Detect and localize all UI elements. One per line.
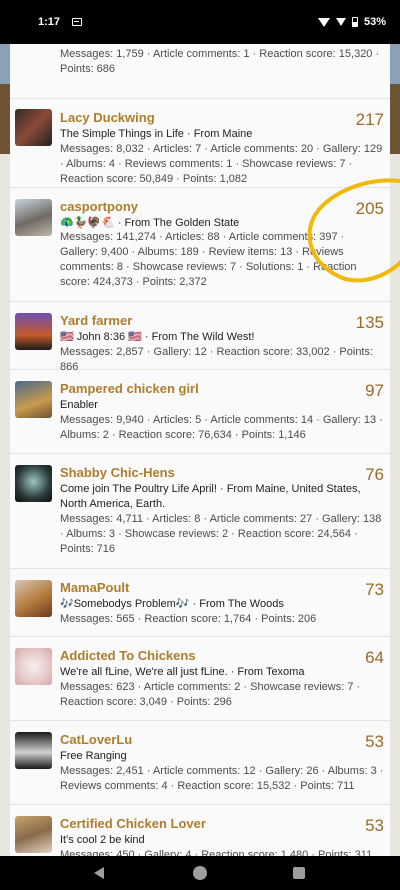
member-name[interactable]: Addicted To Chickens <box>60 648 196 663</box>
member-name[interactable]: Pampered chicken girl <box>60 381 199 396</box>
recents-icon[interactable] <box>293 867 305 879</box>
app-notification-icon <box>72 18 83 26</box>
member-stats: Messages: 9,940 · Articles: 5 · Article … <box>60 414 383 441</box>
member-about: Come join The Poultry Life April! · From… <box>60 483 361 510</box>
member-name[interactable]: Shabby Chic-Hens <box>60 465 175 480</box>
wifi-icon <box>317 17 330 27</box>
member-stats: Messages: 450 · Gallery: 4 · Reaction sc… <box>60 849 373 856</box>
list-item[interactable]: CatLoverLu 53 Free Ranging Messages: 2,4… <box>10 721 390 805</box>
member-stats: Messages: 141,274 · Articles: 88 · Artic… <box>60 231 357 288</box>
avatar[interactable] <box>15 199 52 236</box>
avatar[interactable] <box>15 816 52 853</box>
list-item[interactable]: MamaPoult 73 🎶Somebodys Problem🎶 · From … <box>10 569 390 637</box>
avatar[interactable] <box>15 732 52 769</box>
member-list[interactable]: Messages: 1,759 · Article comments: 1 · … <box>10 44 390 856</box>
status-time: 1:17 <box>38 16 61 28</box>
member-about: 🎶Somebodys Problem🎶 · From The Woods <box>60 598 284 610</box>
member-about: 🇺🇸 John 8:36 🇺🇸 · From The Wild West! <box>60 331 255 343</box>
member-stats: Messages: 4,711 · Articles: 8 · Article … <box>60 513 382 555</box>
member-stats: Messages: 565 · Reaction score: 1,764 · … <box>60 613 317 625</box>
avatar[interactable] <box>15 580 52 617</box>
avatar[interactable] <box>15 648 52 685</box>
list-item[interactable]: casportpony 205 🦚🦆🦃🐔 · From The Golden S… <box>10 188 390 302</box>
member-name[interactable]: Lacy Duckwing <box>60 110 155 125</box>
avatar[interactable] <box>15 465 52 502</box>
list-item[interactable]: Shabby Chic-Hens 76 Come join The Poultr… <box>10 454 390 569</box>
status-bar: 1:17 53% <box>0 0 400 44</box>
list-item[interactable]: Lacy Duckwing 217 The Simple Things in L… <box>10 99 390 188</box>
list-item[interactable]: Messages: 1,759 · Article comments: 1 · … <box>10 44 390 99</box>
member-stats: Messages: 1,759 · Article comments: 1 · … <box>60 48 380 75</box>
member-about: The Simple Things in Life · From Maine <box>60 128 253 140</box>
member-stats: Messages: 623 · Article comments: 2 · Sh… <box>60 681 361 708</box>
member-about: Free Ranging <box>60 750 127 762</box>
member-stats: Messages: 8,032 · Articles: 7 · Article … <box>60 143 383 185</box>
member-name[interactable]: Yard farmer <box>60 313 132 328</box>
avatar[interactable] <box>15 109 52 146</box>
member-stats: Messages: 2,451 · Article comments: 12 ·… <box>60 765 384 792</box>
member-about: Enabler <box>60 399 98 411</box>
list-item[interactable]: Yard farmer 135 🇺🇸 John 8:36 🇺🇸 · From T… <box>10 302 390 373</box>
avatar[interactable] <box>15 381 52 418</box>
list-item[interactable]: Certified Chicken Lover 53 It's cool 2 b… <box>10 805 390 856</box>
member-name[interactable]: CatLoverLu <box>60 732 132 747</box>
system-nav-bar <box>0 856 400 890</box>
member-about: We're all fLine, We're all just fLine. ·… <box>60 666 305 678</box>
member-name[interactable]: casportpony <box>60 199 138 214</box>
home-icon[interactable] <box>193 866 207 880</box>
member-name[interactable]: MamaPoult <box>60 580 129 595</box>
member-about: It's cool 2 be kind <box>60 834 145 846</box>
back-icon[interactable] <box>94 867 104 879</box>
battery-icon <box>351 17 358 27</box>
avatar[interactable] <box>15 313 52 350</box>
battery-percent: 53% <box>363 16 386 28</box>
list-item[interactable]: Pampered chicken girl 97 Enabler Message… <box>10 370 390 454</box>
member-about: 🦚🦆🦃🐔 · From The Golden State <box>60 217 240 229</box>
signal-icon <box>335 18 346 26</box>
list-item[interactable]: Addicted To Chickens 64 We're all fLine,… <box>10 637 390 721</box>
member-name[interactable]: Certified Chicken Lover <box>60 816 206 831</box>
